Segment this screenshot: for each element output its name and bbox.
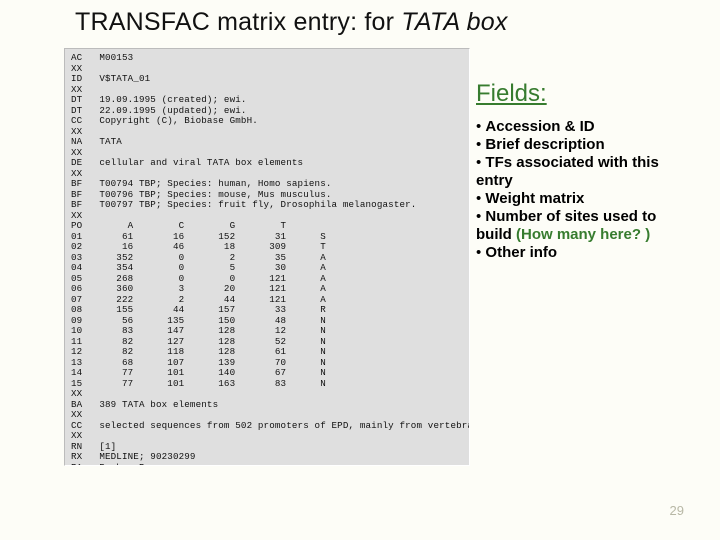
slide-title: TRANSFAC matrix entry: for TATA box [75, 8, 508, 37]
fields-item-weight-matrix: • Weight matrix [476, 190, 696, 208]
title-plain: TRANSFAC matrix entry: for [75, 8, 401, 36]
fields-list: • Accession & ID • Brief description • T… [476, 118, 696, 262]
fields-item-description: • Brief description [476, 136, 696, 154]
page-number: 29 [670, 503, 684, 518]
slide: TRANSFAC matrix entry: for TATA box AC M… [0, 0, 720, 540]
fields-item-accession: • Accession & ID [476, 118, 696, 136]
fields-item-emphasis: (How many here? ) [516, 226, 650, 243]
fields-item-num-sites: • Number of sites used to build (How man… [476, 208, 696, 244]
transfac-entry-text: AC M00153 XX ID V$TATA_01 XX DT 19.09.19… [71, 53, 463, 466]
fields-item-other: • Other info [476, 244, 696, 262]
fields-heading: Fields: [476, 80, 547, 108]
fields-item-tfs: • TFs associated with this entry [476, 154, 696, 190]
title-italic: TATA box [401, 8, 507, 36]
transfac-entry-box: AC M00153 XX ID V$TATA_01 XX DT 19.09.19… [64, 48, 470, 466]
